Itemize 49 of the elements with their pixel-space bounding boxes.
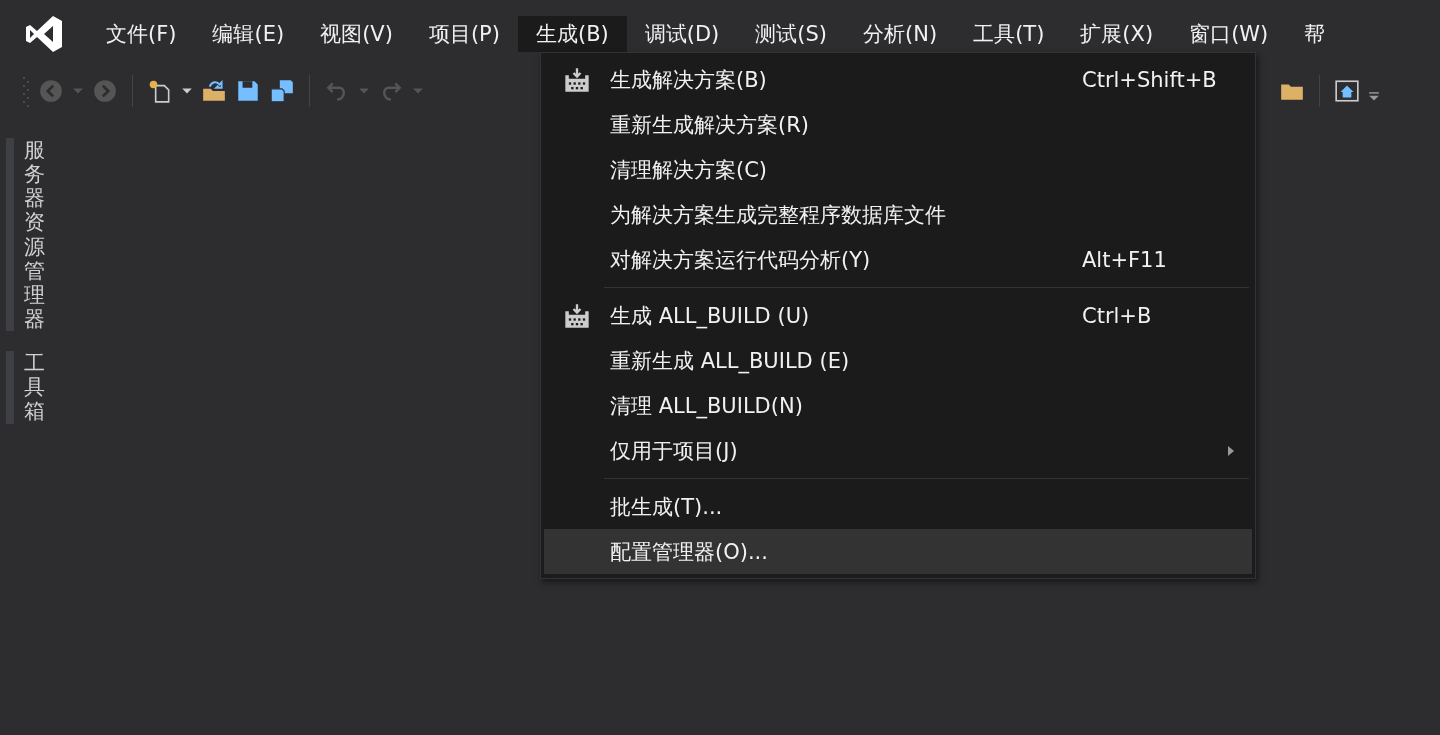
menu-option[interactable]: 清理 ALL_BUILD(N) [544, 383, 1252, 428]
menu-option[interactable]: 重新生成 ALL_BUILD (E) [544, 338, 1252, 383]
menu-item[interactable]: 工具(T) [955, 16, 1063, 52]
menu-option[interactable]: 为解决方案生成完整程序数据库文件 [544, 192, 1252, 237]
menu-item[interactable]: 视图(V) [302, 16, 411, 52]
option-label: 对解决方案运行代码分析(Y) [610, 246, 872, 274]
save-icon[interactable] [235, 78, 261, 104]
side-tab[interactable]: 服务器资源管理器 [6, 138, 45, 332]
menu-option[interactable]: 仅用于项目(J) [544, 428, 1252, 473]
option-label: 清理解决方案(C) [610, 156, 769, 184]
option-label: 生成解决方案(B) [610, 66, 768, 94]
menu-option[interactable]: 生成 ALL_BUILD (U) Ctrl+B [544, 293, 1252, 338]
option-label: 清理 ALL_BUILD(N) [610, 392, 804, 420]
option-label: 重新生成解决方案(R) [610, 111, 810, 139]
option-label: 批生成(T)... [610, 493, 724, 521]
overflow-icon[interactable] [1368, 91, 1380, 103]
menu-option[interactable]: 清理解决方案(C) [544, 147, 1252, 192]
menu-option[interactable]: 生成解决方案(B) Ctrl+Shift+B [544, 57, 1252, 102]
menu-item[interactable]: 生成(B) [517, 16, 627, 52]
shortcut-text: Ctrl+B [1082, 303, 1153, 328]
menu-item[interactable]: 窗口(W) [1171, 16, 1287, 52]
shortcut-text: Alt+F11 [1082, 247, 1168, 272]
menu-item[interactable]: 编辑(E) [194, 16, 303, 52]
menu-option[interactable]: 批生成(T)... [544, 484, 1252, 529]
option-label: 为解决方案生成完整程序数据库文件 [610, 201, 947, 229]
menu-item[interactable]: 测试(S) [737, 16, 846, 52]
menu-option[interactable]: 对解决方案运行代码分析(Y) Alt+F11 [544, 237, 1252, 282]
menu-option[interactable]: 重新生成解决方案(R) [544, 102, 1252, 147]
menu-item[interactable]: 帮 [1286, 16, 1344, 52]
logo-icon [24, 14, 64, 54]
submenu-arrow-icon [1226, 443, 1236, 458]
option-label: 重新生成 ALL_BUILD (E) [610, 347, 851, 375]
menu-item[interactable]: 项目(P) [410, 16, 518, 52]
build-icon [563, 65, 591, 94]
open-folder-icon[interactable] [201, 78, 227, 104]
option-label: 生成 ALL_BUILD (U) [610, 302, 811, 330]
menu-item[interactable]: 分析(N) [845, 16, 956, 52]
shortcut-text: Ctrl+Shift+B [1082, 67, 1218, 92]
menu-item[interactable]: 扩展(X) [1062, 16, 1172, 52]
side-tab[interactable]: 工具箱 [6, 351, 45, 424]
build-icon [563, 301, 591, 330]
home-window-icon[interactable] [1334, 78, 1360, 104]
menu-item[interactable]: 调试(D) [626, 16, 738, 52]
menu-item[interactable]: 文件(F) [88, 16, 195, 52]
grip-icon [22, 74, 30, 108]
option-label: 配置管理器(O)... [610, 538, 769, 566]
option-label: 仅用于项目(J) [610, 437, 739, 465]
save-all-icon[interactable] [269, 78, 295, 104]
menu-option[interactable]: 配置管理器(O)... [544, 529, 1252, 574]
